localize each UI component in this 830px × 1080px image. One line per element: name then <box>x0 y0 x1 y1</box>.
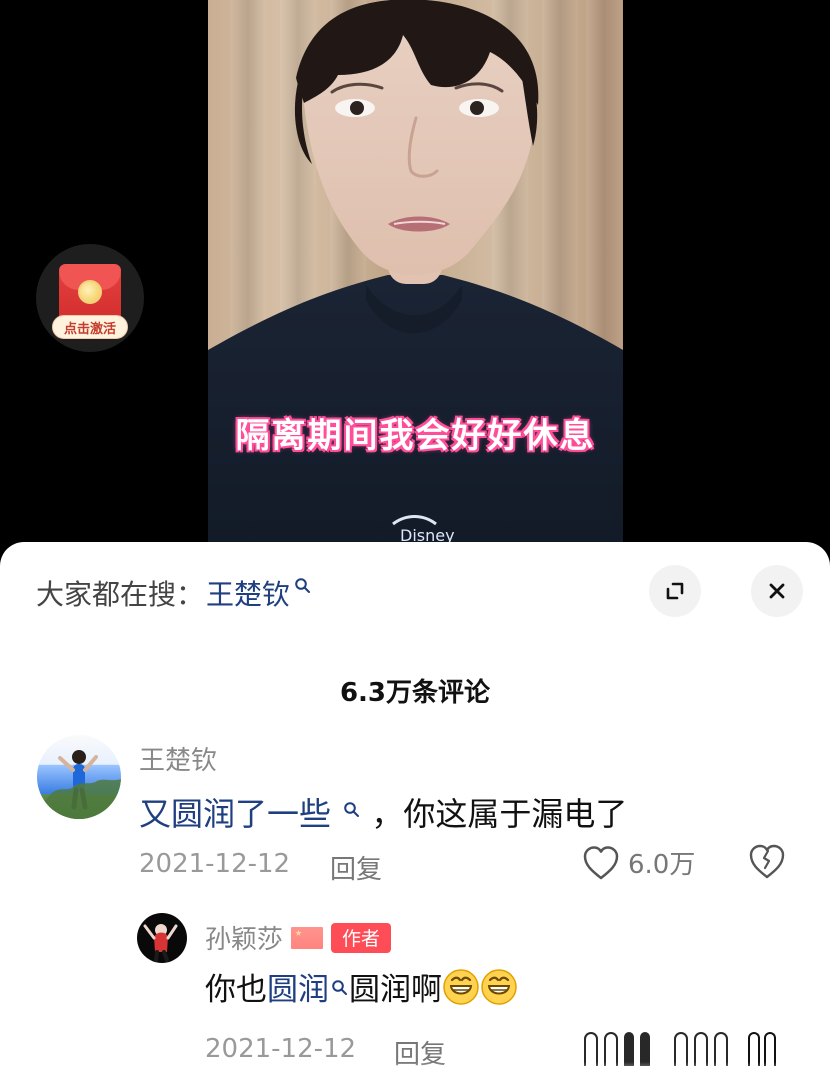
comment-username[interactable]: 王楚钦 <box>139 740 217 777</box>
expand-icon <box>666 582 684 600</box>
trending-search-term[interactable]: 王楚钦 <box>206 573 290 613</box>
video-frame[interactable]: Disney 隔离期间我会好好休息 <box>208 0 623 560</box>
author-badge: 作者 <box>331 922 392 953</box>
video-scene: Disney <box>208 0 623 560</box>
partial-dislike-icons <box>748 1032 776 1066</box>
reply-avatar[interactable] <box>137 913 187 963</box>
china-flag-icon <box>291 926 324 949</box>
grinning-face-icon <box>442 968 480 1006</box>
dislike-button[interactable] <box>748 843 786 885</box>
red-packet-widget[interactable]: 点击激活 <box>36 244 144 352</box>
reply-text-prefix: 你也 <box>205 972 267 1008</box>
comment-count: 6.3万条评论 <box>339 678 491 708</box>
reply-button[interactable]: 回复 <box>330 849 382 886</box>
bottom-fade <box>0 1062 830 1080</box>
reply-text-suffix: 圆润啊 <box>349 972 442 1008</box>
close-button[interactable] <box>751 565 803 617</box>
red-envelope-icon: 点击激活 <box>52 264 128 339</box>
avatar[interactable] <box>37 735 121 819</box>
search-icon[interactable] <box>331 969 349 1005</box>
comment-rest: ，你这属于漏电了 <box>371 795 628 833</box>
search-icon[interactable] <box>343 789 361 827</box>
video-caption: 隔离期间我会好好休息 <box>235 416 596 456</box>
reply-user-row: 孙颖莎 作者 <box>205 919 392 956</box>
avatar-image <box>143 924 178 962</box>
comment-date: 2021-12-12 <box>139 849 291 879</box>
reply-highlight-link[interactable]: 圆润 <box>267 964 329 1009</box>
close-icon <box>769 583 785 599</box>
comment-panel: 大家都在搜： 王楚钦 6.3万条评论 王楚钦 又圆润了一些 ，你这属于漏电了 2… <box>0 542 830 1080</box>
comment-text: 又圆润了一些 ，你这属于漏电了 <box>139 789 627 835</box>
app-screen: Disney 隔离期间我会好好休息 点击激活 大家都在搜： 王楚钦 6.3万条评… <box>0 0 830 1080</box>
search-icon[interactable] <box>294 577 312 599</box>
trending-search-prefix: 大家都在搜： <box>36 578 205 611</box>
comment-highlight-link[interactable]: 又圆润了一些 <box>139 795 331 833</box>
grinning-face-icon <box>480 968 518 1006</box>
reply-username[interactable]: 孙颖莎 <box>205 919 283 956</box>
like-count: 6.0万 <box>628 850 696 880</box>
avatar-image <box>37 750 121 819</box>
reply-date: 2021-12-12 <box>205 1034 357 1064</box>
broken-heart-icon <box>749 844 785 879</box>
like-button[interactable]: 6.0万 <box>582 844 695 881</box>
partial-like-icons <box>584 1032 728 1066</box>
reply-text: 你也 圆润 圆润啊 <box>205 964 518 1009</box>
red-packet-label: 点击激活 <box>52 315 128 339</box>
expand-button[interactable] <box>649 565 701 617</box>
heart-icon <box>583 845 619 879</box>
